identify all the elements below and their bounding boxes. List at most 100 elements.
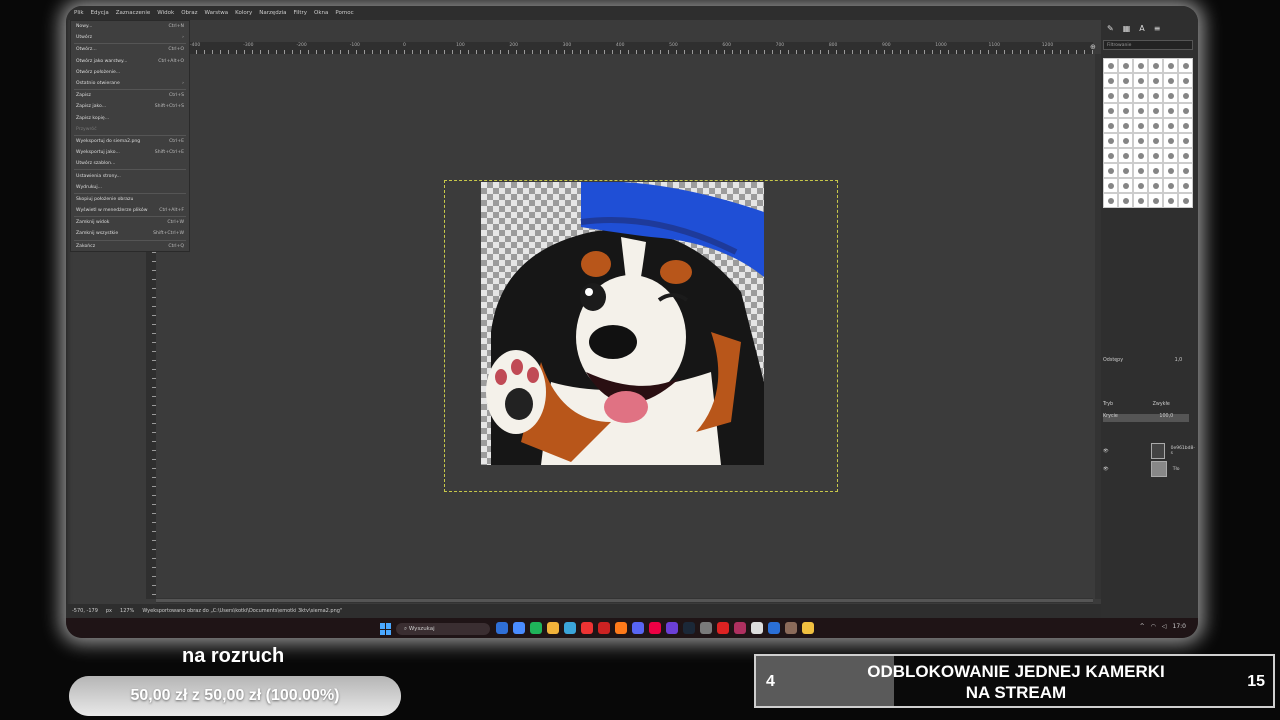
file-menu-item[interactable]: Utwórz › — [71, 32, 189, 43]
brush-preset[interactable] — [1178, 73, 1193, 88]
file-menu-item[interactable]: Otwórz... Ctrl+O — [71, 44, 189, 55]
menu-10[interactable]: Pomoc — [335, 10, 353, 16]
brush-preset[interactable] — [1148, 73, 1163, 88]
file-menu-item[interactable]: Wydrukuj... — [71, 182, 189, 193]
layer-name[interactable]: 0e961bd8-s — [1171, 446, 1195, 456]
brush-preset[interactable] — [1148, 178, 1163, 193]
brush-preset[interactable] — [1118, 178, 1133, 193]
brush-preset[interactable] — [1163, 103, 1178, 118]
brush-preset[interactable] — [1103, 58, 1118, 73]
brush-preset[interactable] — [1133, 118, 1148, 133]
brush-preset[interactable] — [1178, 88, 1193, 103]
brush-preset[interactable] — [1148, 148, 1163, 163]
brush-preset[interactable] — [1133, 58, 1148, 73]
app-icon[interactable] — [564, 622, 576, 634]
brush-preset[interactable] — [1133, 133, 1148, 148]
app-icon[interactable] — [717, 622, 729, 634]
menu-1[interactable]: Edycja — [91, 10, 109, 16]
brush-preset[interactable] — [1103, 103, 1118, 118]
file-menu-item[interactable]: Ustawienia strony... — [71, 170, 189, 181]
app-icon[interactable] — [581, 622, 593, 634]
app-icon[interactable] — [530, 622, 542, 634]
brush-preset[interactable] — [1133, 148, 1148, 163]
brush-preset[interactable] — [1178, 103, 1193, 118]
pattern-tab-icon[interactable]: ▦ — [1123, 24, 1131, 38]
brush-preset[interactable] — [1178, 58, 1193, 73]
brush-preset[interactable] — [1103, 133, 1118, 148]
horizontal-scrollbar[interactable] — [156, 598, 1093, 603]
brush-preset[interactable] — [1148, 103, 1163, 118]
brush-preset[interactable] — [1178, 133, 1193, 148]
file-menu-item[interactable]: Zapisz jako... Shift+Ctrl+S — [71, 101, 189, 112]
brush-preset[interactable] — [1118, 163, 1133, 178]
scrollbar-thumb[interactable] — [156, 599, 1093, 602]
brush-preset[interactable] — [1118, 148, 1133, 163]
file-menu-item[interactable]: Zapisz kopię... — [71, 113, 189, 124]
brush-preset[interactable] — [1178, 118, 1193, 133]
gimp-app-icon[interactable] — [785, 622, 797, 634]
file-menu-item[interactable]: Zakończ Ctrl+Q — [71, 241, 189, 252]
app-icon[interactable] — [598, 622, 610, 634]
brush-preset[interactable] — [1118, 133, 1133, 148]
layer-row[interactable]: 👁 Tło — [1103, 461, 1195, 477]
app-icon[interactable] — [649, 622, 661, 634]
app-icon[interactable] — [768, 622, 780, 634]
menu-5[interactable]: Warstwa — [205, 10, 229, 16]
brush-preset[interactable] — [1103, 118, 1118, 133]
brush-preset[interactable] — [1118, 118, 1133, 133]
brush-preset[interactable] — [1133, 103, 1148, 118]
unit-select[interactable]: px — [106, 608, 112, 614]
app-icon[interactable] — [683, 622, 695, 634]
brush-preset[interactable] — [1163, 133, 1178, 148]
file-menu-item[interactable]: Ostatnio otwierane › — [71, 78, 189, 89]
brush-preset[interactable] — [1103, 178, 1118, 193]
clock[interactable]: 17:0 — [1173, 623, 1186, 630]
brush-preset[interactable] — [1163, 88, 1178, 103]
brush-preset[interactable] — [1133, 73, 1148, 88]
brush-preset[interactable] — [1148, 193, 1163, 208]
file-menu-item[interactable]: Otwórz położenie... — [71, 67, 189, 78]
start-button[interactable] — [380, 623, 392, 635]
brush-preset[interactable] — [1148, 118, 1163, 133]
menu-7[interactable]: Narzędzia — [259, 10, 286, 16]
brush-preset[interactable] — [1148, 58, 1163, 73]
brush-preset[interactable] — [1133, 163, 1148, 178]
file-menu-item[interactable]: Otwórz jako warstwy... Ctrl+Alt+O — [71, 56, 189, 67]
brush-preset[interactable] — [1133, 193, 1148, 208]
app-icon[interactable] — [547, 622, 559, 634]
brush-preset[interactable] — [1178, 193, 1193, 208]
brush-preset[interactable] — [1103, 148, 1118, 163]
history-tab-icon[interactable]: ≡ — [1154, 24, 1161, 38]
brush-preset[interactable] — [1103, 163, 1118, 178]
zoom-select[interactable]: 127% — [120, 608, 134, 614]
file-menu-item[interactable]: Nowy... Ctrl+N — [71, 21, 189, 32]
brush-preset[interactable] — [1178, 178, 1193, 193]
brush-preset[interactable] — [1103, 88, 1118, 103]
mode-select[interactable]: Zwykłe — [1153, 402, 1170, 407]
file-menu-item[interactable]: Wyeksportuj jako... Shift+Ctrl+E — [71, 147, 189, 158]
brush-preset[interactable] — [1163, 178, 1178, 193]
brush-preset[interactable] — [1118, 88, 1133, 103]
app-icon[interactable] — [751, 622, 763, 634]
layer-row[interactable]: 👁 0e961bd8-s — [1103, 443, 1195, 459]
brush-preset[interactable] — [1163, 148, 1178, 163]
brush-preset[interactable] — [1103, 193, 1118, 208]
brush-preset[interactable] — [1133, 178, 1148, 193]
brush-filter-input[interactable]: Filtrowanie — [1103, 40, 1193, 50]
spacing-value[interactable]: 1,0 — [1175, 358, 1183, 363]
brush-preset[interactable] — [1133, 88, 1148, 103]
layer-name[interactable]: Tło — [1173, 467, 1180, 472]
menu-8[interactable]: Filtry — [294, 10, 308, 16]
file-menu-item[interactable]: Zapisz Ctrl+S — [71, 90, 189, 101]
app-icon[interactable] — [615, 622, 627, 634]
app-icon[interactable] — [700, 622, 712, 634]
app-icon[interactable] — [666, 622, 678, 634]
menu-3[interactable]: Widok — [157, 10, 174, 16]
brush-preset[interactable] — [1118, 103, 1133, 118]
chevron-up-icon[interactable]: ^ — [1140, 623, 1145, 630]
menu-4[interactable]: Obraz — [181, 10, 197, 16]
zoom-icon[interactable]: ⊕ — [1090, 43, 1100, 53]
speaker-icon[interactable]: ◁ — [1162, 623, 1167, 630]
opacity-slider[interactable]: Krycie 100,0 — [1103, 414, 1189, 422]
visibility-eye-icon[interactable]: 👁 — [1103, 449, 1109, 454]
